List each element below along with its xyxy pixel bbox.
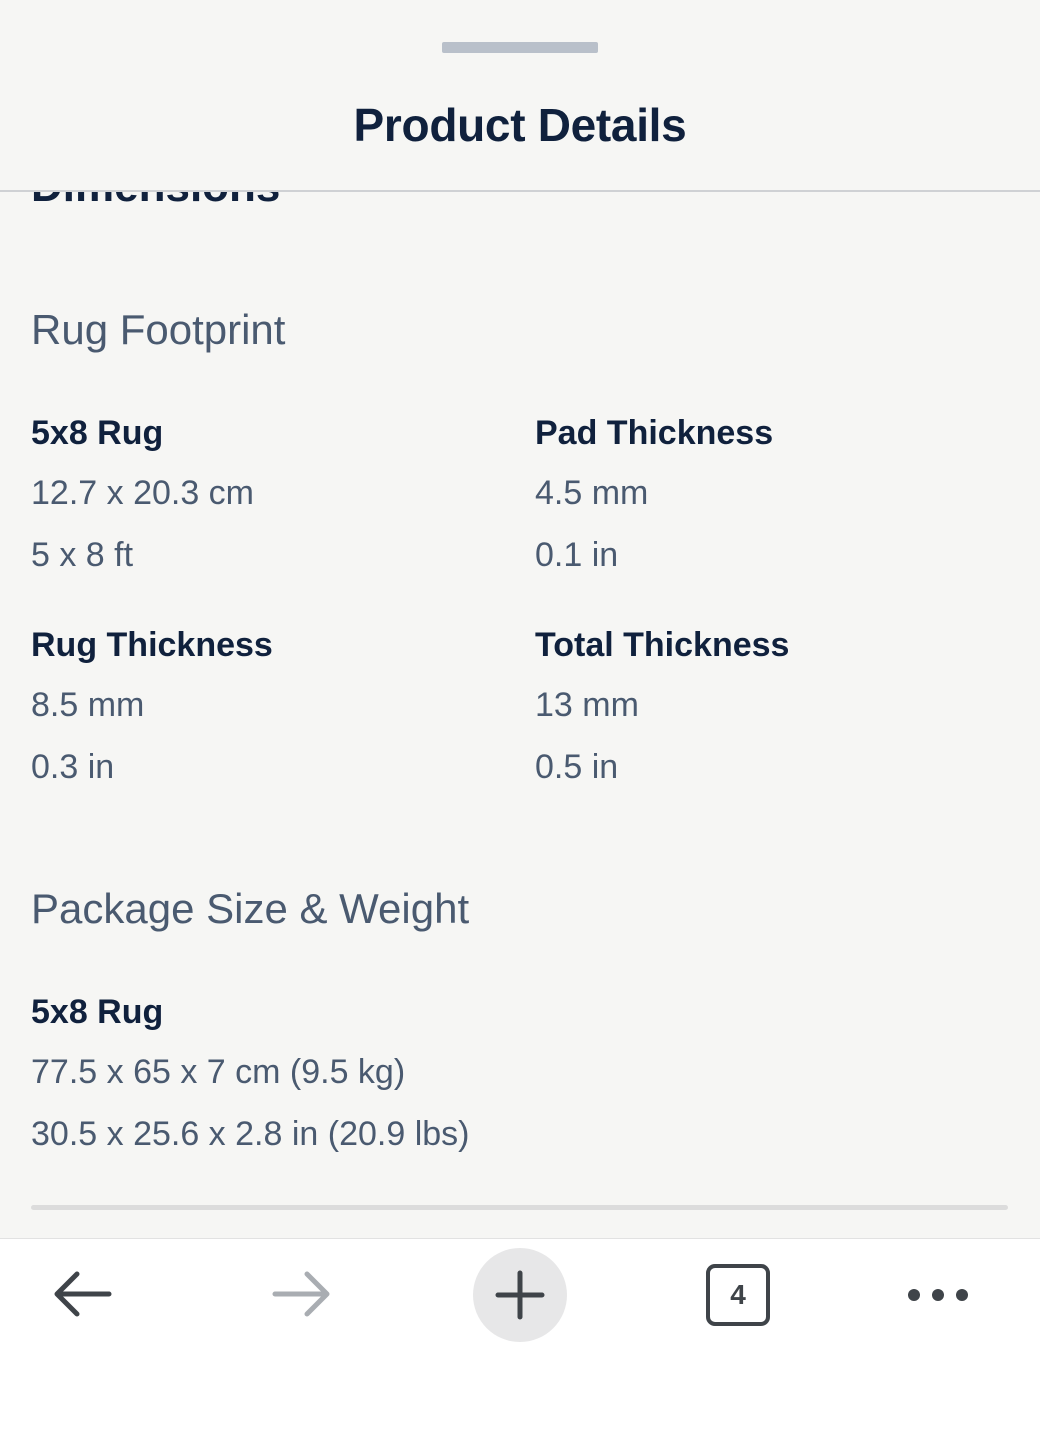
- tab-count-button[interactable]: 4: [706, 1264, 770, 1326]
- spec-metric-value: 12.7 x 20.3 cm: [31, 474, 255, 512]
- section-divider: [31, 1205, 1008, 1210]
- spec-metric-value: 8.5 mm: [31, 686, 145, 724]
- forward-button[interactable]: [262, 1258, 342, 1330]
- sheet-title: Product Details: [353, 99, 687, 151]
- spec-label: 5x8 Rug: [31, 414, 164, 452]
- drag-handle[interactable]: [442, 42, 598, 53]
- arrow-right-icon: [272, 1271, 330, 1317]
- spec-label: 5x8 Rug: [31, 993, 164, 1031]
- spec-label: Total Thickness: [535, 626, 790, 664]
- spec-imperial-value: 0.3 in: [31, 748, 115, 786]
- sheet-header: Product Details: [0, 0, 1040, 192]
- rug-footprint-heading: Rug Footprint: [31, 306, 286, 353]
- more-button[interactable]: [896, 1270, 980, 1320]
- spec-label: Pad Thickness: [535, 414, 774, 452]
- spec-label: Rug Thickness: [31, 626, 273, 664]
- spec-imperial-value: 0.5 in: [535, 748, 619, 786]
- product-details-sheet: Dimensions Rug Footprint 5x8 Rug 12.7 x …: [0, 0, 1040, 1440]
- back-button[interactable]: [42, 1258, 122, 1330]
- more-horizontal-icon: [908, 1289, 968, 1301]
- spec-metric-value: 13 mm: [535, 686, 639, 724]
- spec-imperial-value: 30.5 x 25.6 x 2.8 in (20.9 lbs): [31, 1115, 470, 1153]
- package-size-heading: Package Size & Weight: [31, 885, 470, 932]
- plus-icon: [495, 1270, 545, 1320]
- new-tab-button[interactable]: [473, 1248, 567, 1342]
- spec-imperial-value: 0.1 in: [535, 536, 619, 574]
- spec-imperial-value: 5 x 8 ft: [31, 536, 134, 574]
- spec-metric-value: 4.5 mm: [535, 474, 649, 512]
- arrow-left-icon: [54, 1271, 112, 1317]
- spec-metric-value: 77.5 x 65 x 7 cm (9.5 kg): [31, 1053, 406, 1091]
